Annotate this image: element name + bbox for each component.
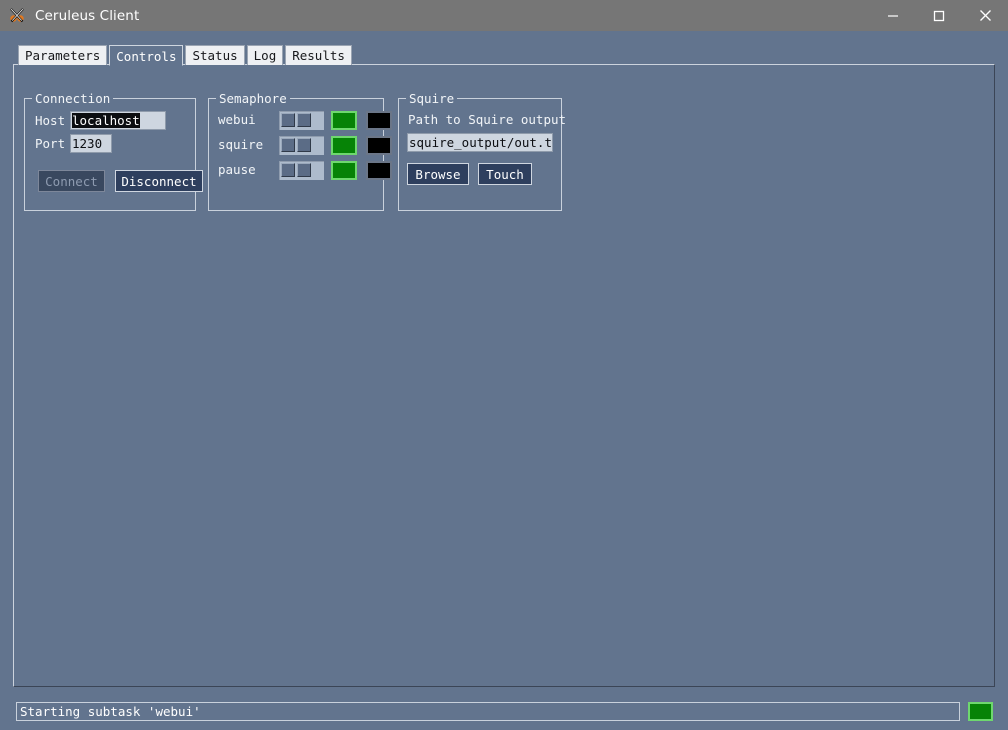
semaphore-black-led-pause xyxy=(366,161,392,180)
tab-status[interactable]: Status xyxy=(185,45,245,65)
disconnect-button[interactable]: Disconnect xyxy=(115,170,203,192)
slider-handle-right[interactable] xyxy=(297,163,311,177)
semaphore-green-led-squire xyxy=(331,136,357,155)
semaphore-black-led-webui xyxy=(366,111,392,130)
host-label: Host xyxy=(35,113,66,128)
semaphore-slider-squire[interactable] xyxy=(279,136,324,155)
semaphore-row-squire: squire xyxy=(209,134,392,156)
tab-results[interactable]: Results xyxy=(285,45,352,65)
semaphore-green-led-pause xyxy=(331,161,357,180)
port-input[interactable]: 1230 xyxy=(70,134,112,153)
tab-strip: Parameters Controls Status Log Results xyxy=(18,43,354,66)
host-input[interactable]: localhost xyxy=(70,111,166,130)
semaphore-black-led-squire xyxy=(366,136,392,155)
semaphore-label-pause: pause xyxy=(218,162,256,177)
semaphore-row-pause: pause xyxy=(209,159,392,181)
maximize-button[interactable] xyxy=(916,0,962,31)
port-input-value: 1230 xyxy=(72,136,103,151)
squire-path-label: Path to Squire output xyxy=(408,112,567,127)
tab-log[interactable]: Log xyxy=(246,45,284,65)
slider-handle-right[interactable] xyxy=(297,138,311,152)
minimize-button[interactable] xyxy=(870,0,916,31)
title-bar: Ceruleus Client xyxy=(0,0,1008,31)
window-controls xyxy=(870,0,1008,31)
squire-group: Squire Path to Squire output squire_outp… xyxy=(398,91,566,211)
connection-group-title: Connection xyxy=(32,91,114,106)
tab-controls[interactable]: Controls xyxy=(109,45,184,66)
slider-handle-left[interactable] xyxy=(281,138,295,152)
touch-button[interactable]: Touch xyxy=(478,163,532,185)
semaphore-row-webui: webui xyxy=(209,109,392,131)
semaphore-group: Semaphore webui squire pause xyxy=(208,91,392,211)
squire-path-value: squire_output/out.txt xyxy=(409,135,553,150)
connect-button[interactable]: Connect xyxy=(38,170,105,192)
browse-button[interactable]: Browse xyxy=(407,163,469,185)
semaphore-label-squire: squire xyxy=(218,137,264,152)
slider-handle-left[interactable] xyxy=(281,113,295,127)
squire-path-input[interactable]: squire_output/out.txt xyxy=(407,133,553,152)
window-title: Ceruleus Client xyxy=(35,7,140,24)
connection-group: Connection Host localhost Port 1230 Conn… xyxy=(24,91,203,211)
semaphore-group-title: Semaphore xyxy=(216,91,290,106)
semaphore-slider-webui[interactable] xyxy=(279,111,324,130)
status-indicator-led xyxy=(968,702,993,721)
squire-group-title: Squire xyxy=(406,91,458,106)
controls-tab-panel: Connection Host localhost Port 1230 Conn… xyxy=(13,64,995,687)
status-message-bar: Starting subtask 'webui' xyxy=(16,702,960,721)
tab-parameters[interactable]: Parameters xyxy=(18,45,108,65)
semaphore-label-webui: webui xyxy=(218,112,256,127)
application-window: Ceruleus Client Parameters Controls Stat… xyxy=(0,0,1008,730)
slider-handle-right[interactable] xyxy=(297,113,311,127)
port-label: Port xyxy=(35,136,66,151)
semaphore-green-led-webui xyxy=(331,111,357,130)
slider-handle-left[interactable] xyxy=(281,163,295,177)
crossed-swords-icon xyxy=(8,7,26,25)
close-button[interactable] xyxy=(962,0,1008,31)
semaphore-slider-pause[interactable] xyxy=(279,161,324,180)
host-input-value: localhost xyxy=(72,113,140,128)
